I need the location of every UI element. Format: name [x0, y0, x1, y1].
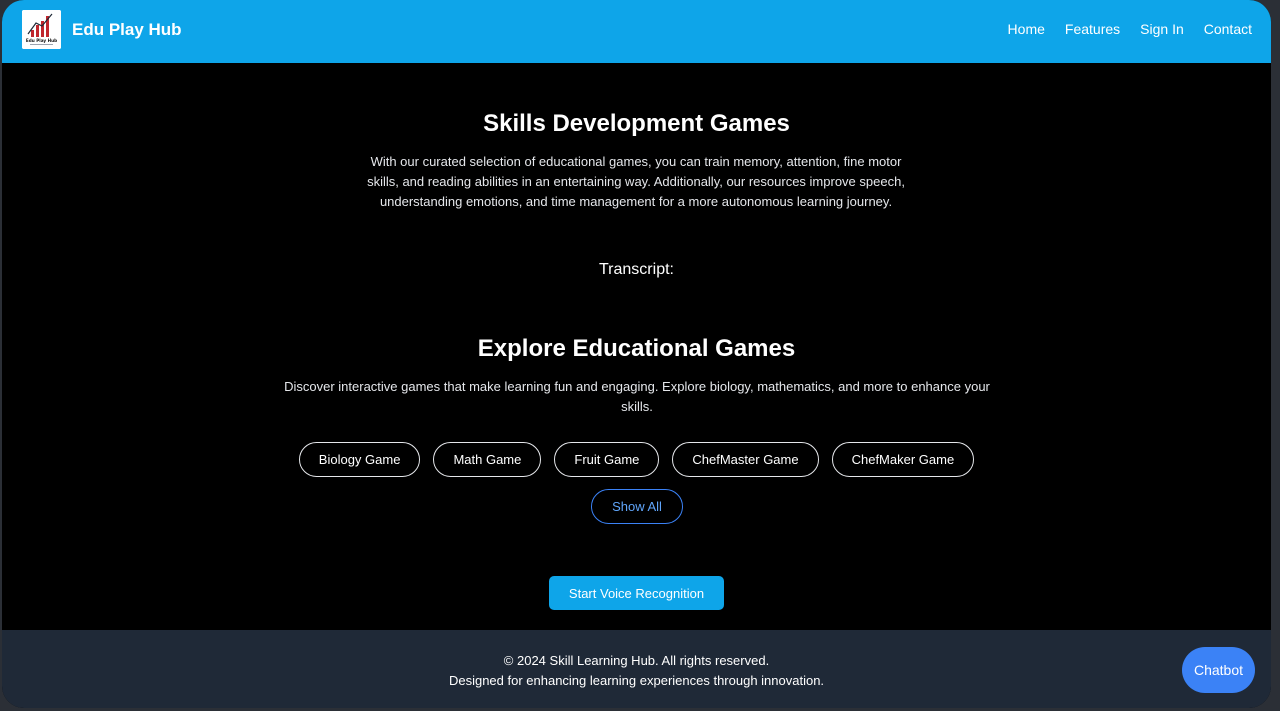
nav-contact[interactable]: Contact [1204, 21, 1252, 37]
site-header: Edu Play Hub Edu Play Hub Home Features … [2, 0, 1271, 63]
start-voice-recognition-button[interactable]: Start Voice Recognition [549, 576, 724, 610]
chefmaker-game-button[interactable]: ChefMaker Game [831, 442, 975, 477]
nav-home[interactable]: Home [1008, 21, 1045, 37]
skills-title: Skills Development Games [483, 110, 790, 137]
show-all-button[interactable]: Show All [591, 489, 683, 524]
main-nav: Home Features Sign In Contact [1008, 21, 1252, 37]
fruit-game-button[interactable]: Fruit Game [554, 442, 660, 477]
page: Edu Play Hub Edu Play Hub Home Features … [2, 0, 1271, 708]
skills-description: With our curated selection of educationa… [367, 154, 905, 209]
logo-text: Edu Play Hub [26, 38, 57, 43]
bar-chart-logo-icon: Edu Play Hub [22, 10, 61, 49]
explore-title: Explore Educational Games [477, 335, 796, 362]
biology-game-button[interactable]: Biology Game [298, 442, 421, 477]
nav-sign-in[interactable]: Sign In [1140, 21, 1184, 37]
nav-features[interactable]: Features [1065, 21, 1120, 37]
footer-tagline: Designed for enhancing learning experien… [448, 673, 825, 688]
game-buttons: Biology Game Math Game Fruit Game ChefMa… [2, 442, 1271, 477]
site-footer: © 2024 Skill Learning Hub. All rights re… [2, 630, 1271, 708]
explore-description: Discover interactive games that make lea… [284, 379, 990, 414]
brand-name[interactable]: Edu Play Hub [72, 20, 182, 40]
math-game-button[interactable]: Math Game [433, 442, 542, 477]
transcript-label: Transcript: [599, 261, 674, 278]
logo[interactable]: Edu Play Hub [22, 10, 61, 49]
footer-copyright: © 2024 Skill Learning Hub. All rights re… [503, 653, 770, 668]
chatbot-button[interactable]: Chatbot [1182, 647, 1255, 693]
chefmaster-game-button[interactable]: ChefMaster Game [672, 442, 819, 477]
